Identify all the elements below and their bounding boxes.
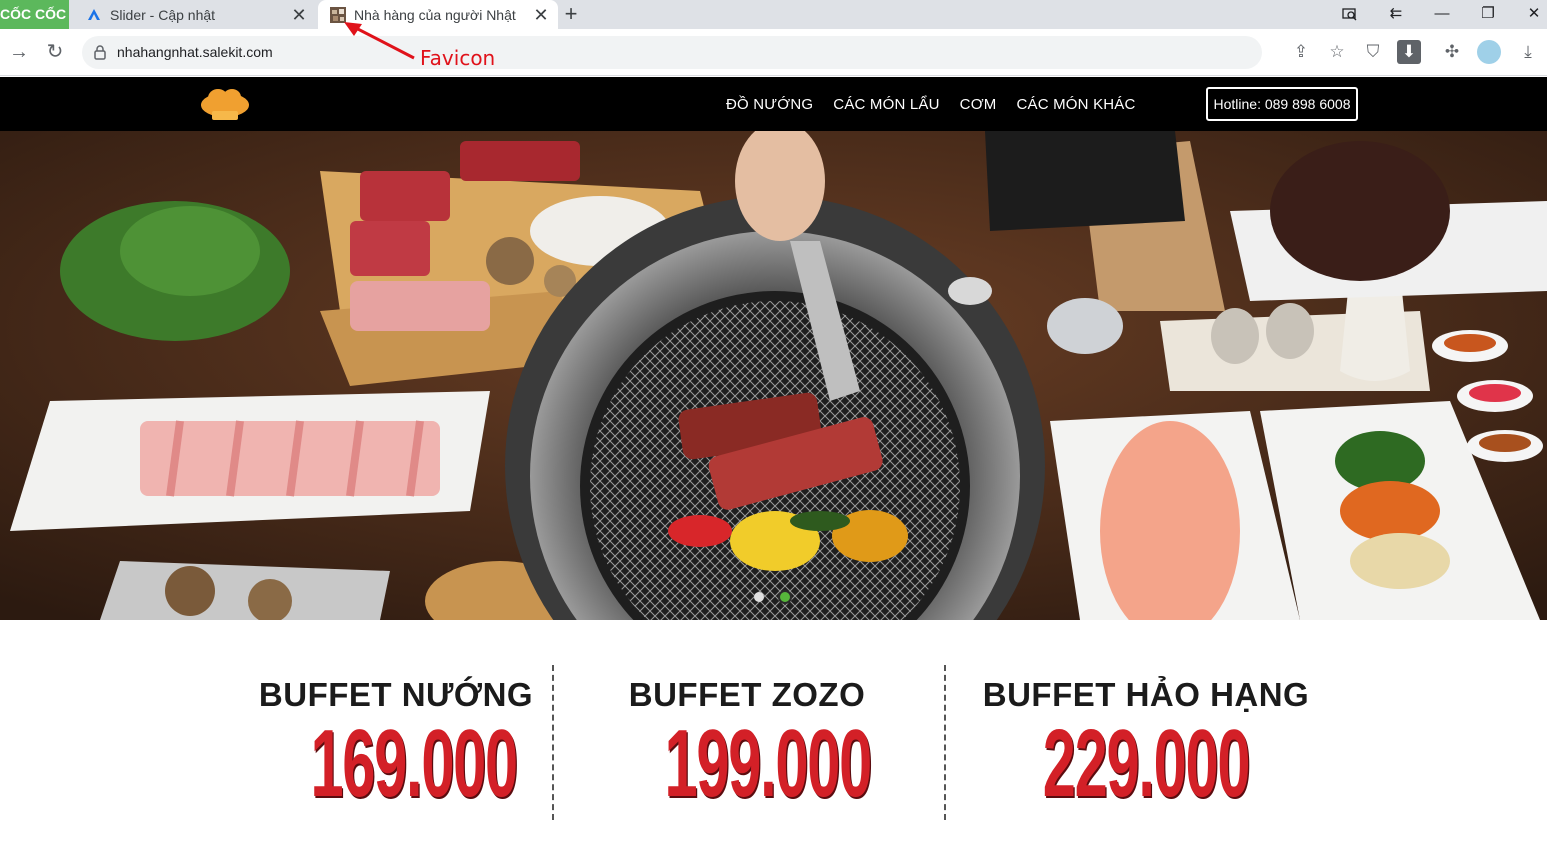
- site-header: ĐỒ NƯỚNG CÁC MÓN LẨU CƠM CÁC MÓN KHÁC Ho…: [0, 77, 1547, 131]
- menu-item-mon-khac[interactable]: CÁC MÓN KHÁC: [1016, 96, 1135, 113]
- price-name: BUFFET HẢO HẠNG: [982, 676, 1310, 713]
- tab-search-icon[interactable]: [1330, 2, 1370, 26]
- back-forward-cache-icon[interactable]: ⇇: [1376, 2, 1416, 26]
- restore-icon[interactable]: ❐: [1468, 2, 1508, 26]
- downloads-icon[interactable]: ⤓: [1516, 40, 1540, 64]
- hero-food-image: [0, 131, 1547, 620]
- price-value: 229.000: [1042, 710, 1251, 817]
- hotline-button[interactable]: Hotline: 089 898 6008: [1206, 87, 1358, 121]
- url-text[interactable]: nhahangnhat.salekit.com: [117, 36, 273, 69]
- close-tab-icon[interactable]: ✕: [288, 4, 310, 26]
- hero-slider: [0, 131, 1547, 620]
- forward-icon[interactable]: →: [6, 39, 32, 65]
- reload-icon[interactable]: ↻: [42, 39, 68, 65]
- dashed-divider: [944, 665, 946, 820]
- slider-dot-2-active[interactable]: [778, 590, 792, 604]
- close-window-icon[interactable]: ✕: [1514, 2, 1547, 26]
- slider-dot-1[interactable]: [754, 592, 764, 602]
- price-card-zozo: BUFFET ZOZO 199.000: [614, 676, 880, 812]
- price-name: BUFFET NƯỚNG: [258, 676, 534, 713]
- site-logo-icon[interactable]: [198, 85, 252, 123]
- annotation-label: Favicon: [420, 46, 496, 70]
- browser-tab-bar: CỐC CỐC Slider - Cập nhật ✕ Nhà hàng của…: [0, 0, 1547, 29]
- shield-icon[interactable]: ⛉: [1361, 40, 1385, 64]
- share-icon[interactable]: ⇪: [1289, 40, 1313, 64]
- main-menu: ĐỒ NƯỚNG CÁC MÓN LẨU CƠM CÁC MÓN KHÁC: [716, 77, 1146, 131]
- browser-brand-logo[interactable]: CỐC CỐC: [0, 0, 69, 29]
- address-bar[interactable]: nhahangnhat.salekit.com: [82, 36, 1262, 69]
- price-value: 169.000: [310, 710, 518, 817]
- price-value: 199.000: [664, 710, 873, 817]
- app-favicon-icon: [88, 8, 100, 20]
- menu-item-do-nuong[interactable]: ĐỒ NƯỚNG: [726, 96, 813, 113]
- browser-toolbar: → ↻ nhahangnhat.salekit.com ⇪ ☆ ⛉ ⬇ ✣ ⤓: [0, 29, 1547, 76]
- profile-avatar-icon[interactable]: [1477, 40, 1501, 64]
- slider-pagination: [754, 590, 792, 604]
- close-tab-icon[interactable]: ✕: [530, 4, 552, 26]
- price-card-nuong: BUFFET NƯỚNG 169.000: [258, 676, 534, 812]
- minimize-icon[interactable]: —: [1422, 2, 1462, 26]
- menu-item-com[interactable]: CƠM: [960, 96, 997, 113]
- menu-item-mon-lau[interactable]: CÁC MÓN LẨU: [833, 96, 939, 113]
- annotation-arrow-icon: [344, 22, 415, 60]
- price-name: BUFFET ZOZO: [628, 676, 866, 713]
- download-video-icon[interactable]: ⬇: [1397, 40, 1421, 64]
- bookmark-star-icon[interactable]: ☆: [1325, 40, 1349, 64]
- tab-title: Slider - Cập nhật: [110, 6, 216, 23]
- extensions-icon[interactable]: ✣: [1440, 40, 1464, 64]
- dashed-divider: [552, 665, 554, 820]
- pricing-section: BUFFET NƯỚNG 169.000 BUFFET ZOZO 199.000…: [0, 620, 1547, 858]
- lock-icon[interactable]: [92, 44, 108, 60]
- price-card-hao-hang: BUFFET HẢO HẠNG 229.000: [976, 676, 1316, 812]
- new-tab-icon[interactable]: +: [560, 3, 582, 25]
- tab-slider[interactable]: Slider - Cập nhật ✕: [74, 0, 316, 29]
